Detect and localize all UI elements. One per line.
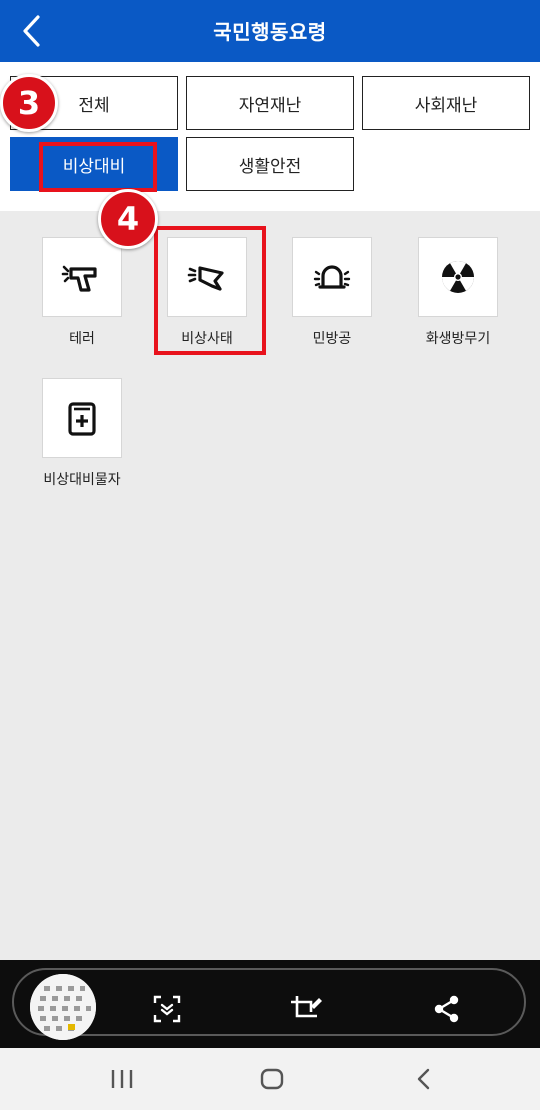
item-civil-defense-button[interactable] (292, 237, 372, 317)
recent-apps-icon (111, 1070, 133, 1088)
home-button[interactable] (258, 1066, 286, 1092)
screenshot-thumbnail[interactable] (30, 974, 96, 1040)
back-icon (417, 1068, 430, 1090)
system-navbar (0, 1048, 540, 1110)
back-nav-button[interactable] (410, 1066, 438, 1092)
item-label: 비상대비물자 (43, 472, 121, 488)
thumbnail-preview-icon (30, 974, 96, 1040)
tab-social-disaster[interactable]: 사회재난 (362, 76, 530, 130)
item-label: 민방공 (312, 331, 352, 347)
item-terror-button[interactable] (42, 237, 122, 317)
screenshot-toolbar (0, 960, 540, 1048)
item-cbr-weapons-button[interactable] (418, 237, 498, 317)
radiation-icon (441, 260, 475, 293)
scroll-capture-button[interactable] (152, 994, 182, 1024)
crop-edit-button[interactable] (289, 994, 322, 1024)
app-header: 국민행동요령 (0, 0, 540, 62)
step-marker-4: 4 (98, 189, 158, 249)
recent-apps-button[interactable] (108, 1066, 136, 1092)
item-emergency-supplies-button[interactable] (42, 378, 122, 458)
tab-natural-disaster[interactable]: 자연재난 (186, 76, 354, 130)
step-marker-3: 3 (0, 74, 58, 132)
item-label: 테러 (69, 331, 95, 347)
share-button[interactable] (432, 994, 462, 1024)
siren-icon (313, 265, 351, 289)
toolbar-pill (12, 968, 526, 1040)
tab-life-safety[interactable]: 생활안전 (186, 137, 354, 191)
highlight-box-item (154, 226, 266, 355)
item-label: 화생방무기 (425, 331, 491, 347)
gun-icon (61, 265, 97, 292)
share-icon (434, 995, 459, 1023)
scroll-capture-icon (153, 995, 181, 1023)
highlight-box-tab (39, 142, 157, 192)
first-aid-kit-icon (68, 402, 96, 436)
home-icon (260, 1068, 284, 1090)
page-title: 국민행동요령 (213, 20, 327, 44)
crop-edit-icon (291, 996, 322, 1018)
content-area: 테러 비상사태 민방공 화생방무기 비상대비물자 (0, 211, 540, 961)
